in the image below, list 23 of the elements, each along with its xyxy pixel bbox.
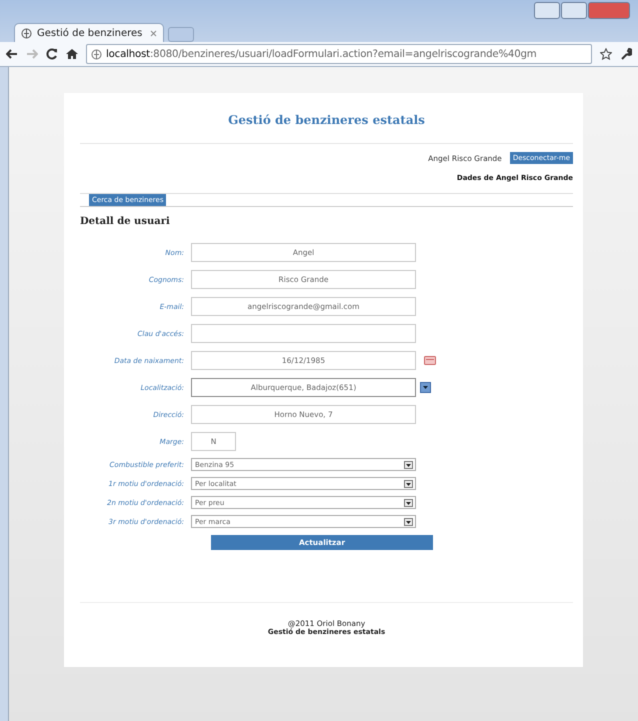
- text-field[interactable]: [191, 324, 416, 343]
- dropdown-arrow-icon: [404, 498, 413, 506]
- back-icon[interactable]: [6, 48, 18, 60]
- url-path: :8080/benzineres/usuari/loadFormulari.action?email=angelriscogrande%40gm: [150, 48, 536, 60]
- page-title: Gestió de benzineres estatals: [80, 113, 573, 144]
- reload-icon[interactable]: [46, 48, 58, 60]
- dropdown-arrow-icon: [404, 480, 413, 488]
- forward-icon[interactable]: [26, 48, 38, 60]
- globe-icon: [21, 28, 32, 38]
- maximize-button[interactable]: [561, 2, 587, 19]
- close-icon[interactable]: [150, 30, 157, 36]
- home-icon[interactable]: [66, 48, 78, 60]
- star-icon[interactable]: [600, 48, 612, 60]
- minimize-button[interactable]: [534, 2, 560, 19]
- globe-icon: [91, 48, 102, 60]
- browser-tab[interactable]: Gestió de benzineres: [14, 23, 164, 42]
- tab-title: Gestió de benzineres: [37, 28, 144, 38]
- url-host: localhost: [106, 48, 150, 60]
- address-bar[interactable]: localhost:8080/benzineres/usuari/loadFormulari.action?email=angelriscogrande%40gm: [86, 44, 592, 64]
- dropdown-arrow-icon: [404, 518, 413, 526]
- section-title: Detall de usuari: [80, 216, 171, 227]
- calendar-icon[interactable]: [424, 356, 436, 365]
- dropdown-arrow-icon: [404, 460, 413, 468]
